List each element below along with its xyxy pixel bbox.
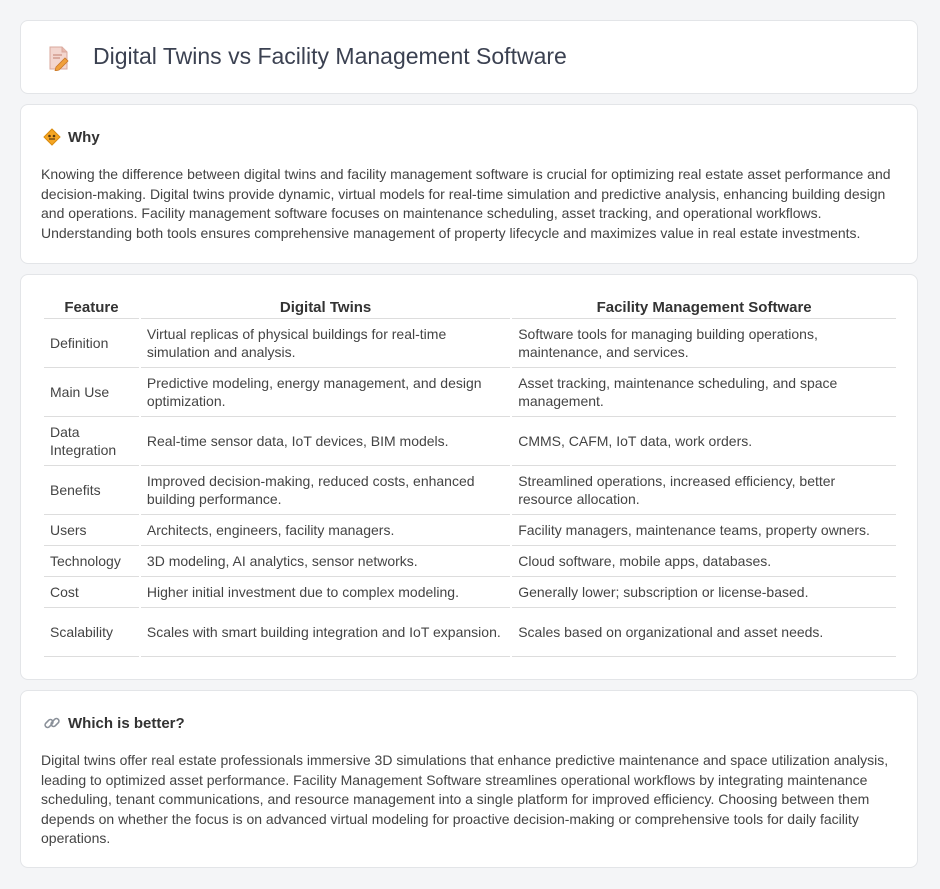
row-digital-twins: Higher initial investment due to complex… <box>140 577 511 608</box>
row-digital-twins: Real-time sensor data, IoT devices, BIM … <box>140 417 511 466</box>
row-feature: Data Integration <box>44 417 139 466</box>
row-digital-twins: Scales with smart building integration a… <box>140 608 511 657</box>
row-fms: Scales based on organizational and asset… <box>512 608 896 657</box>
why-text: Knowing the difference between digital t… <box>41 166 891 241</box>
row-fms: Facility managers, maintenance teams, pr… <box>512 515 896 546</box>
column-header-fms: Facility Management Software <box>512 297 896 319</box>
page-title: Digital Twins vs Facility Management Sof… <box>93 43 567 69</box>
table-header-row: Feature Digital Twins Facility Managemen… <box>44 297 896 319</box>
row-fms: CMMS, CAFM, IoT data, work orders. <box>512 417 896 466</box>
document-pen-icon <box>49 46 69 71</box>
row-feature: Main Use <box>44 368 139 417</box>
row-fms: Cloud software, mobile apps, databases. <box>512 546 896 577</box>
header-card: Digital Twins vs Facility Management Sof… <box>20 20 918 94</box>
row-digital-twins: Predictive modeling, energy management, … <box>140 368 511 417</box>
better-text: Digital twins offer real estate professi… <box>41 752 889 846</box>
row-feature: Definition <box>44 319 139 368</box>
table-row: Definition Virtual replicas of physical … <box>44 319 896 368</box>
row-fms: Software tools for managing building ope… <box>512 319 896 368</box>
column-header-digital-twins: Digital Twins <box>140 297 511 319</box>
better-title: Which is better? <box>68 714 185 732</box>
row-feature: Scalability <box>44 608 139 657</box>
warning-sign-icon <box>43 128 61 146</box>
table-row: Users Architects, engineers, facility ma… <box>44 515 896 546</box>
table-row: Data Integration Real-time sensor data, … <box>44 417 896 466</box>
row-fms: Asset tracking, maintenance scheduling, … <box>512 368 896 417</box>
row-digital-twins: Architects, engineers, facility managers… <box>140 515 511 546</box>
link-icon <box>44 717 60 729</box>
table-row: Technology 3D modeling, AI analytics, se… <box>44 546 896 577</box>
row-fms: Generally lower; subscription or license… <box>512 577 896 608</box>
row-feature: Benefits <box>44 466 139 515</box>
comparison-table: Feature Digital Twins Facility Managemen… <box>42 297 898 657</box>
row-digital-twins: 3D modeling, AI analytics, sensor networ… <box>140 546 511 577</box>
table-row: Benefits Improved decision-making, reduc… <box>44 466 896 515</box>
row-feature: Technology <box>44 546 139 577</box>
table-row: Scalability Scales with smart building i… <box>44 608 896 657</box>
table-row: Cost Higher initial investment due to co… <box>44 577 896 608</box>
comparison-section: Feature Digital Twins Facility Managemen… <box>20 274 918 680</box>
row-digital-twins: Improved decision-making, reduced costs,… <box>140 466 511 515</box>
why-section: Why Knowing the difference between digit… <box>20 104 918 264</box>
which-is-better-section: Which is better? Digital twins offer rea… <box>20 690 918 868</box>
why-heading: Why <box>43 127 100 147</box>
better-heading: Which is better? <box>43 713 185 733</box>
row-digital-twins: Virtual replicas of physical buildings f… <box>140 319 511 368</box>
row-feature: Cost <box>44 577 139 608</box>
row-feature: Users <box>44 515 139 546</box>
table-row: Main Use Predictive modeling, energy man… <box>44 368 896 417</box>
why-title: Why <box>68 128 100 146</box>
column-header-feature: Feature <box>44 297 139 319</box>
row-fms: Streamlined operations, increased effici… <box>512 466 896 515</box>
